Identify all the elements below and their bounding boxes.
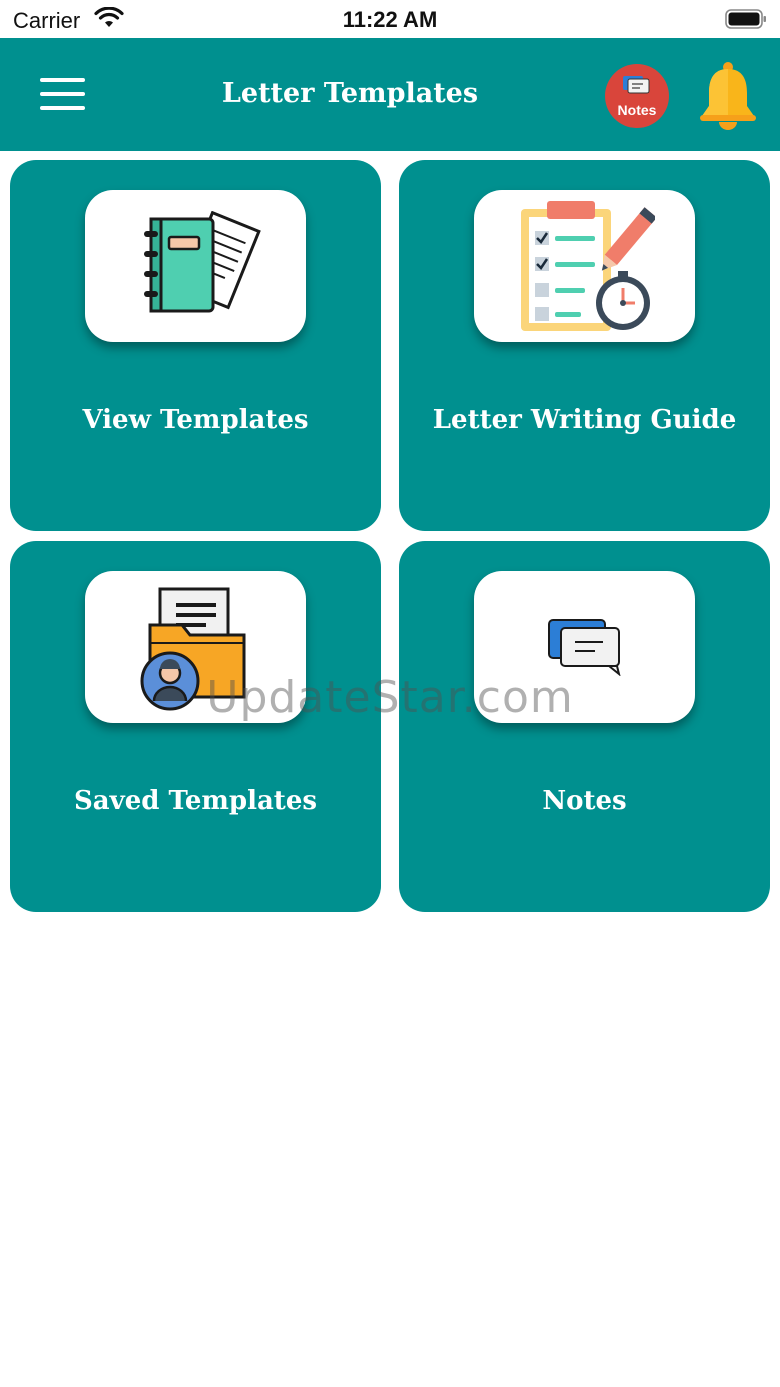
- saved-templates-tile[interactable]: Saved Templates: [10, 541, 381, 912]
- tile-label: Saved Templates: [73, 786, 317, 816]
- user-folder-icon: [140, 587, 245, 711]
- notes-button[interactable]: Notes: [605, 64, 669, 128]
- view-templates-tile[interactable]: View Templates: [10, 160, 381, 531]
- tile-icon-box: [474, 571, 695, 723]
- notes-badge-label: Notes: [617, 102, 657, 118]
- tile-icon-box: [85, 571, 306, 723]
- letter-writing-guide-tile[interactable]: Letter Writing Guide: [399, 160, 770, 531]
- tile-label: View Templates: [82, 405, 309, 435]
- battery-icon: [725, 9, 766, 29]
- bell-icon[interactable]: [697, 60, 759, 130]
- tile-icon-box: [85, 190, 306, 342]
- app-header: Letter Templates Notes: [0, 38, 780, 151]
- status-time: 11:22 AM: [342, 7, 438, 32]
- notebook-icon: [143, 211, 261, 313]
- tile-label: Letter Writing Guide: [432, 405, 737, 435]
- status-bar: Carrier 11:22 AM: [0, 0, 780, 38]
- chat-bubbles-icon: [547, 619, 621, 676]
- tile-icon-box: [474, 190, 695, 342]
- page-title: Letter Templates: [221, 78, 479, 109]
- tile-label: Notes: [542, 786, 627, 816]
- clipboard-checklist-icon: [520, 201, 655, 331]
- notes-tile[interactable]: Notes: [399, 541, 770, 912]
- notes-icon: [623, 76, 650, 94]
